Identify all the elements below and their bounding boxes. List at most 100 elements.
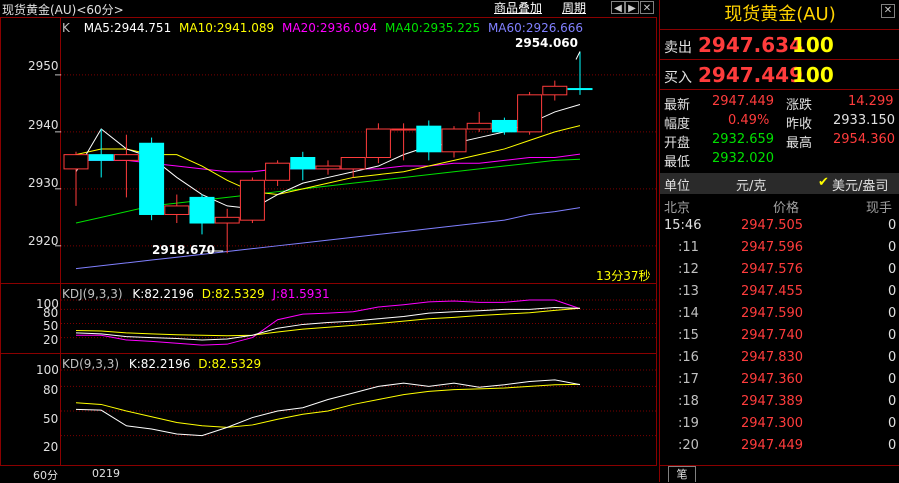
tick-hand: 0 <box>888 240 897 255</box>
candle-body <box>542 85 568 96</box>
ma10-label: MA10:2941.089 <box>179 21 275 35</box>
tick-row: :16 2947.830 0 <box>660 348 899 370</box>
tick-hand: 0 <box>888 438 897 453</box>
candle-body <box>164 205 190 215</box>
prev-icon[interactable]: ◀ <box>611 1 625 14</box>
price-tick: 2920 <box>28 234 59 248</box>
tick-price: 2947.389 <box>741 394 804 409</box>
period-button[interactable]: 周期 <box>562 0 586 16</box>
kd-title: KD(9,3,3) <box>62 357 120 371</box>
tick-time: :18 <box>678 394 699 409</box>
buy-label: 买入 <box>664 70 692 86</box>
tick-row: 15:46 2947.505 0 <box>660 216 899 238</box>
prev-close-label: 昨收 <box>786 117 813 132</box>
ma40-label: MA40:2935.225 <box>384 21 481 35</box>
tick-hand: 0 <box>888 328 897 343</box>
range-label: 幅度 <box>664 117 691 132</box>
price-tick: 2930 <box>28 176 59 190</box>
candle-body <box>315 165 341 170</box>
sell-row: 卖出 2947.634 100 <box>660 30 899 60</box>
tick-hand: 0 <box>888 394 897 409</box>
change-value: 14.299 <box>848 94 894 109</box>
tick-row: :17 2947.360 0 <box>660 370 899 392</box>
sell-label: 卖出 <box>664 40 692 56</box>
tick-row: :15 2947.740 0 <box>660 326 899 348</box>
quote-row: 开盘 2932.659 最高 2954.360 <box>660 131 899 151</box>
kdj-tick: 50 <box>43 319 59 333</box>
tick-time: :15 <box>678 328 699 343</box>
latest-label: 最新 <box>664 98 691 113</box>
date-label: 0219 <box>92 467 120 480</box>
kdj-d-value: D:82.5329 <box>201 287 265 301</box>
change-label: 涨跌 <box>786 98 813 113</box>
ma60-label: MA60:2926.666 <box>487 21 584 35</box>
tick-price: 2947.590 <box>741 306 804 321</box>
tick-row: :18 2947.389 0 <box>660 392 899 414</box>
ticks-time-header: 北京 <box>664 201 691 216</box>
tick-row: :11 2947.596 0 <box>660 238 899 260</box>
unit-label: 单位 <box>664 179 691 194</box>
countdown-timer: 13分37秒 <box>596 269 651 283</box>
tick-time: :16 <box>678 350 699 365</box>
low-annotation: 2918.670 <box>152 243 216 257</box>
panel-close-icon[interactable]: ✕ <box>881 4 895 18</box>
candle-body <box>88 154 114 161</box>
tick-time: :12 <box>678 262 699 277</box>
candle-body <box>113 154 139 161</box>
ma20-label: MA20:2936.094 <box>282 21 378 35</box>
ticks-header: 北京 价格 现手 <box>660 196 899 216</box>
candle-body <box>290 157 316 170</box>
tick-time: :14 <box>678 306 699 321</box>
kline-chart-area[interactable] <box>0 0 657 482</box>
candle-body <box>491 119 517 133</box>
tick-time: :13 <box>678 284 699 299</box>
unit-option[interactable]: 美元/盎司 <box>832 175 888 194</box>
tick-row: :14 2947.590 0 <box>660 304 899 326</box>
tick-row: :20 2947.449 0 <box>660 436 899 458</box>
buy-row: 买入 2947.449 100 <box>660 60 899 90</box>
kdj-d-line <box>75 307 581 337</box>
unit-value[interactable]: 元/克 <box>736 175 766 194</box>
candle-body <box>63 154 89 170</box>
sell-price: 2947.634 <box>698 33 804 57</box>
unit-bar: 单位 元/克 ✔ 美元/盎司 <box>660 173 899 194</box>
period-label: 60分 <box>33 469 58 482</box>
open-value: 2932.659 <box>712 132 775 147</box>
next-icon[interactable]: ▶ <box>625 1 639 14</box>
high-value: 2954.360 <box>833 132 896 147</box>
tick-hand: 0 <box>888 284 897 299</box>
candle-body <box>441 128 467 153</box>
ticks-hand-header: 现手 <box>866 201 893 216</box>
candle-body <box>365 128 391 158</box>
tick-hand: 0 <box>888 350 897 365</box>
main-panel-border <box>0 17 657 284</box>
tick-hand: 0 <box>888 218 897 233</box>
ma5-label: MA5:2944.751 <box>83 21 172 35</box>
close-icon[interactable]: ✕ <box>640 1 654 14</box>
tick-row: :19 2947.300 0 <box>660 414 899 436</box>
tick-price: 2947.455 <box>741 284 804 299</box>
price-tick: 2950 <box>28 59 59 73</box>
tick-hand: 0 <box>888 416 897 431</box>
candle-body <box>517 94 543 133</box>
tick-time: :19 <box>678 416 699 431</box>
ma-legend: K MA5:2944.751 MA10:2941.089 MA20:2936.0… <box>62 21 583 35</box>
candle-body <box>139 142 165 215</box>
open-label: 开盘 <box>664 136 691 151</box>
buy-volume: 100 <box>792 63 834 87</box>
tick-price: 2947.576 <box>741 262 804 277</box>
tick-time: :20 <box>678 438 699 453</box>
kline-label: K <box>62 21 70 35</box>
tick-price: 2947.740 <box>741 328 804 343</box>
tab-ticks[interactable]: 笔 <box>668 466 696 482</box>
latest-value: 2947.449 <box>712 94 775 109</box>
kd-legend: KD(9,3,3) K:82.2196 D:82.5329 <box>62 357 261 371</box>
prev-close-value: 2933.150 <box>833 113 896 128</box>
candle-body <box>189 196 215 224</box>
quote-row: 幅度 0.49% 昨收 2933.150 <box>660 112 899 132</box>
tick-price: 2947.449 <box>741 438 804 453</box>
candle-body <box>466 122 492 130</box>
candle-body <box>567 88 593 91</box>
tick-price: 2947.300 <box>741 416 804 431</box>
overlay-button[interactable]: 商品叠加 <box>494 0 542 16</box>
